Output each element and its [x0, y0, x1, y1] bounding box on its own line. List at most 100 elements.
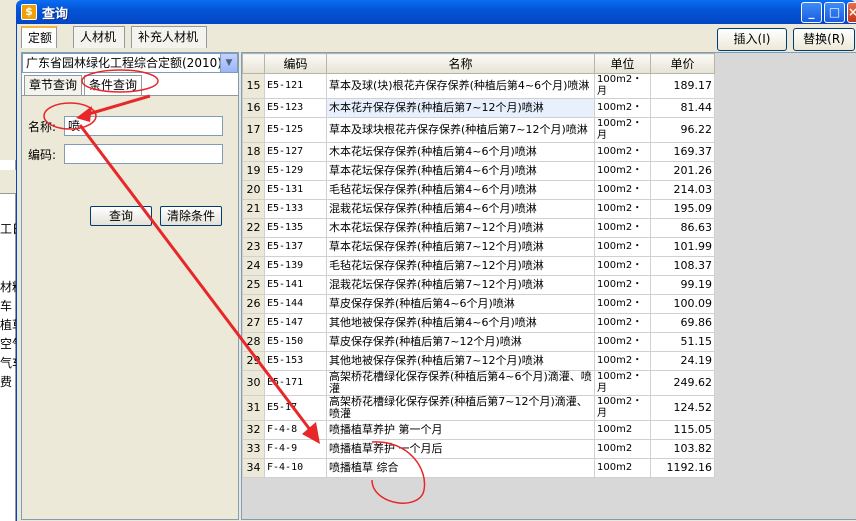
tab-condition-search[interactable]: 条件查询	[84, 75, 143, 95]
cell-price: 115.05	[650, 420, 715, 440]
cell-unit: 100m2・	[594, 351, 651, 371]
cell-price: 51.15	[650, 332, 715, 352]
cell-unit: 100m2	[594, 458, 651, 478]
cell-name: 木本花卉保存保养(种植后第7~12个月)喷淋	[326, 98, 595, 118]
cell-price: 99.19	[650, 275, 715, 295]
cell-price: 96.22	[650, 117, 715, 143]
cell-code: E5-133	[264, 199, 327, 219]
query-button[interactable]: 查询	[90, 206, 152, 226]
cell-code: E5-147	[264, 313, 327, 333]
cell-price: 100.09	[650, 294, 715, 314]
cell-unit: 100m2・月	[594, 73, 651, 99]
column-header-price[interactable]: 单价	[650, 53, 715, 74]
results-grid: 编码 名称 单位 单价 15 E5-121 草本及球(块)根花卉保存保养(种植后第4…	[241, 52, 856, 520]
column-header-unit[interactable]: 单位	[594, 53, 651, 74]
cell-unit: 100m2・月	[594, 395, 651, 421]
table-row[interactable]: 28 E5-150 草皮保存保养(种植后第7~12个月)喷淋 100m2・ 51.15	[242, 332, 715, 352]
quota-library-select[interactable]: 广东省园林绿化工程综合定额(2010) ▼	[22, 53, 238, 73]
tab-quota[interactable]: 定额	[21, 26, 57, 48]
background-window-fragment: 工日 材料 车 植草 空气 气车 费	[0, 160, 24, 521]
row-number: 24	[242, 256, 265, 276]
cell-name: 高架桥花槽绿化保存保养(种植后第4~6个月)滴灌、喷灌	[326, 370, 595, 396]
cell-price: 24.19	[650, 351, 715, 371]
cell-unit: 100m2・	[594, 237, 651, 257]
cell-price: 169.37	[650, 142, 715, 162]
cell-unit: 100m2	[594, 439, 651, 459]
title-bar[interactable]: $ 查询 _ □ ×	[16, 0, 856, 24]
table-row[interactable]: 34 F-4-10 喷播植草 综合 100m2 1192.16	[242, 458, 715, 478]
cell-unit: 100m2・月	[594, 117, 651, 143]
cell-unit: 100m2・	[594, 180, 651, 200]
table-row[interactable]: 21 E5-133 混栽花坛保存保养(种植后第4~6个月)喷淋 100m2・ 195.0…	[242, 199, 715, 219]
table-row[interactable]: 18 E5-127 木本花坛保存保养(种植后第4~6个月)喷淋 100m2・ 169.3…	[242, 142, 715, 162]
table-row[interactable]: 33 F-4-9 喷播植草养护 一个月后 100m2 103.82	[242, 439, 715, 459]
cell-name: 草本花坛保存保养(种植后第7~12个月)喷淋	[326, 237, 595, 257]
quota-library-value: 广东省园林绿化工程综合定额(2010)	[26, 56, 222, 70]
row-number: 34	[242, 458, 265, 478]
cell-code: E5-171	[264, 370, 327, 396]
cell-unit: 100m2・	[594, 275, 651, 295]
cell-code: E5-153	[264, 351, 327, 371]
cell-price: 103.82	[650, 439, 715, 459]
table-row[interactable]: 17 E5-125 草本及球块根花卉保存保养(种植后第7~12个月)喷淋 100m2・…	[242, 117, 715, 143]
code-input[interactable]	[64, 144, 223, 164]
name-input[interactable]: 喷	[64, 116, 223, 136]
tab-supplement[interactable]: 补充人材机	[131, 26, 207, 48]
replace-button[interactable]: 替换(R)	[793, 28, 855, 51]
cell-price: 214.03	[650, 180, 715, 200]
row-number: 32	[242, 420, 265, 440]
cell-price: 81.44	[650, 98, 715, 118]
cell-code: E5-131	[264, 180, 327, 200]
left-panel: 广东省园林绿化工程综合定额(2010) ▼ 章节查询 条件查询 名称: 喷 编码…	[21, 52, 239, 520]
cell-code: E5-141	[264, 275, 327, 295]
row-number: 30	[242, 370, 265, 396]
table-row[interactable]: 26 E5-144 草皮保存保养(种植后第4~6个月)喷淋 100m2・ 100.09	[242, 294, 715, 314]
table-row[interactable]: 24 E5-139 毛毡花坛保存保养(种植后第7~12个月)喷淋 100m2・ 108.…	[242, 256, 715, 276]
row-number: 17	[242, 117, 265, 143]
condition-form: 名称: 喷 编码: 查询 清除条件	[22, 95, 238, 519]
cell-name: 草本及球(块)根花卉保存保养(种植后第4~6个月)喷淋	[326, 73, 595, 99]
row-number: 16	[242, 98, 265, 118]
table-row[interactable]: 16 E5-123 木本花卉保存保养(种植后第7~12个月)喷淋 100m2・ 81.4…	[242, 98, 715, 118]
cell-name: 喷播植草养护 第一个月	[326, 420, 595, 440]
cell-name: 混栽花坛保存保养(种植后第7~12个月)喷淋	[326, 275, 595, 295]
minimize-button[interactable]: _	[801, 2, 822, 23]
window-title: 查询	[42, 7, 69, 22]
tab-labor-material[interactable]: 人材机	[73, 26, 125, 48]
table-row[interactable]: 22 E5-135 木本花坛保存保养(种植后第7~12个月)喷淋 100m2・ 86.6…	[242, 218, 715, 238]
cell-name: 草本花坛保存保养(种植后第4~6个月)喷淋	[326, 161, 595, 181]
chevron-down-icon[interactable]: ▼	[220, 54, 237, 72]
clear-conditions-button[interactable]: 清除条件	[160, 206, 222, 226]
insert-button[interactable]: 插入(I)	[717, 28, 787, 51]
cell-name: 草皮保存保养(种植后第7~12个月)喷淋	[326, 332, 595, 352]
table-row[interactable]: 23 E5-137 草本花坛保存保养(种植后第7~12个月)喷淋 100m2・ 101.…	[242, 237, 715, 257]
table-row[interactable]: 19 E5-129 草本花坛保存保养(种植后第4~6个月)喷淋 100m2・ 201.2…	[242, 161, 715, 181]
tab-chapter-search[interactable]: 章节查询	[24, 75, 83, 95]
cell-price: 124.52	[650, 395, 715, 421]
row-number: 27	[242, 313, 265, 333]
table-row[interactable]: 15 E5-121 草本及球(块)根花卉保存保养(种植后第4~6个月)喷淋 100m2…	[242, 73, 715, 99]
table-row[interactable]: 32 F-4-8 喷播植草养护 第一个月 100m2 115.05	[242, 420, 715, 440]
row-number: 22	[242, 218, 265, 238]
table-row[interactable]: 31 E5-17 高架桥花槽绿化保存保养(种植后第7~12个月)滴灌、喷灌 100m2…	[242, 395, 715, 421]
cell-price: 86.63	[650, 218, 715, 238]
maximize-button[interactable]: □	[824, 2, 845, 23]
cell-code: E5-137	[264, 237, 327, 257]
code-label: 编码:	[28, 148, 57, 162]
table-row[interactable]: 30 E5-171 高架桥花槽绿化保存保养(种植后第4~6个月)滴灌、喷灌 100m2…	[242, 370, 715, 396]
column-header-name[interactable]: 名称	[326, 53, 595, 74]
cell-name: 木本花坛保存保养(种植后第4~6个月)喷淋	[326, 142, 595, 162]
row-number: 18	[242, 142, 265, 162]
column-header-code[interactable]: 编码	[264, 53, 327, 74]
cell-name: 毛毡花坛保存保养(种植后第4~6个月)喷淋	[326, 180, 595, 200]
cell-unit: 100m2・	[594, 256, 651, 276]
close-button[interactable]: ×	[847, 2, 856, 23]
table-row[interactable]: 29 E5-153 其他地被保存保养(种植后第7~12个月)喷淋 100m2・ 24.1…	[242, 351, 715, 371]
row-number-header	[242, 53, 265, 74]
table-row[interactable]: 27 E5-147 其他地被保存保养(种植后第4~6个月)喷淋 100m2・ 69.86	[242, 313, 715, 333]
bg-text: 车	[0, 299, 13, 313]
table-row[interactable]: 25 E5-141 混栽花坛保存保养(种植后第7~12个月)喷淋 100m2・ 99.1…	[242, 275, 715, 295]
cell-code: E5-17	[264, 395, 327, 421]
cell-name: 木本花坛保存保养(种植后第7~12个月)喷淋	[326, 218, 595, 238]
table-row[interactable]: 20 E5-131 毛毡花坛保存保养(种植后第4~6个月)喷淋 100m2・ 214.0…	[242, 180, 715, 200]
